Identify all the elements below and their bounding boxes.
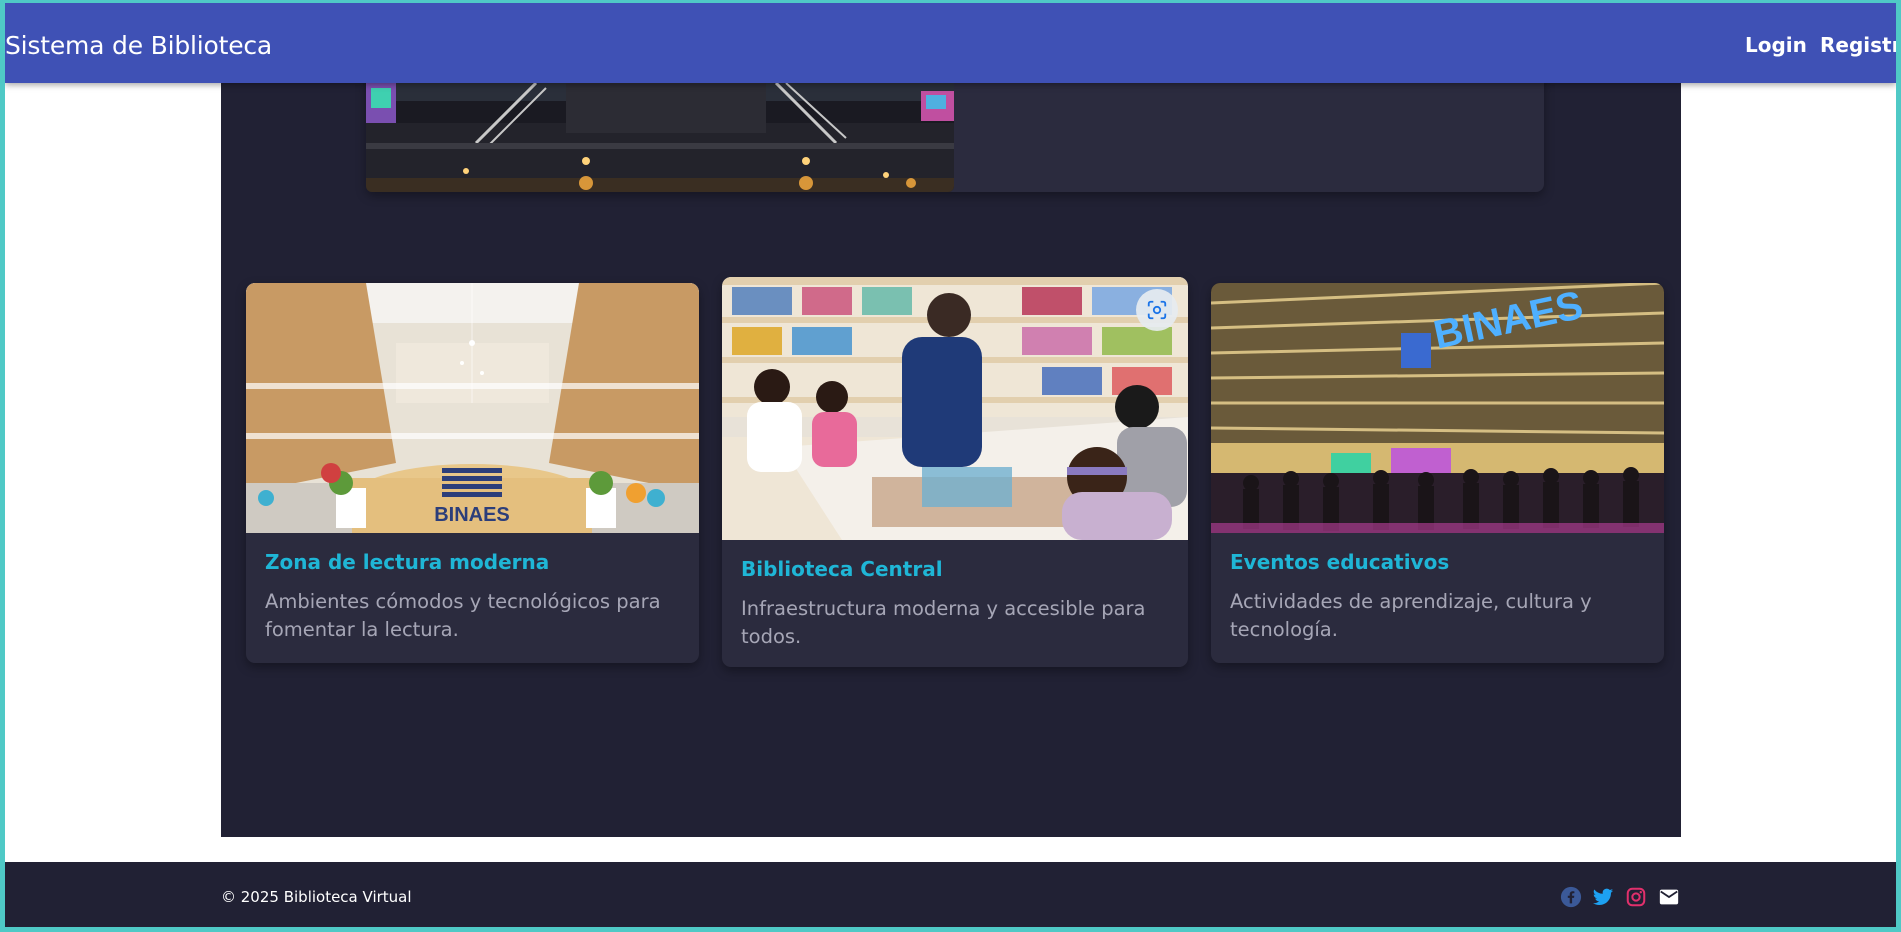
card-description: Infraestructura moderna y accesible para… xyxy=(741,597,1146,648)
card-title: Biblioteca Central xyxy=(741,557,943,581)
card-educational-events[interactable]: BINAES Eventos educativos Actividades de… xyxy=(1211,283,1664,663)
navbar: Sistema de Biblioteca Login Registro xyxy=(5,3,1896,83)
reading-zone-image: BINAES xyxy=(246,283,699,533)
copyright-text: © 2025 Biblioteca Virtual xyxy=(221,888,412,906)
card-title: Eventos educativos xyxy=(1230,550,1450,574)
card-description: Ambientes cómodos y tecnológicos para fo… xyxy=(265,590,661,641)
educational-events-image: BINAES xyxy=(1211,283,1664,533)
card-description: Actividades de aprendizaje, cultura y te… xyxy=(1230,590,1592,641)
card-title: Zona de lectura moderna xyxy=(265,550,550,574)
instagram-icon[interactable] xyxy=(1625,886,1647,908)
login-link[interactable]: Login xyxy=(1745,33,1807,57)
visual-search-icon xyxy=(1147,300,1167,320)
register-link[interactable]: Registro xyxy=(1820,33,1896,57)
card-central-library[interactable]: Biblioteca Central Infraestructura moder… xyxy=(722,277,1188,667)
footer: © 2025 Biblioteca Virtual xyxy=(5,862,1896,927)
central-library-image xyxy=(722,277,1188,540)
hero-image xyxy=(366,83,954,192)
browser-viewport: Sistema de Biblioteca Login Registro xyxy=(5,3,1896,927)
main-content: BINAES Zona de lectura moderna Ambientes… xyxy=(221,3,1681,837)
reading-zone-sign: BINAES xyxy=(434,504,510,526)
card-reading-zone[interactable]: BINAES Zona de lectura moderna Ambientes… xyxy=(246,283,699,663)
facebook-icon[interactable] xyxy=(1560,886,1582,908)
email-icon[interactable] xyxy=(1658,886,1680,908)
brand-title[interactable]: Sistema de Biblioteca xyxy=(5,31,272,60)
twitter-icon[interactable] xyxy=(1592,886,1614,908)
visual-search-button[interactable] xyxy=(1136,289,1178,331)
